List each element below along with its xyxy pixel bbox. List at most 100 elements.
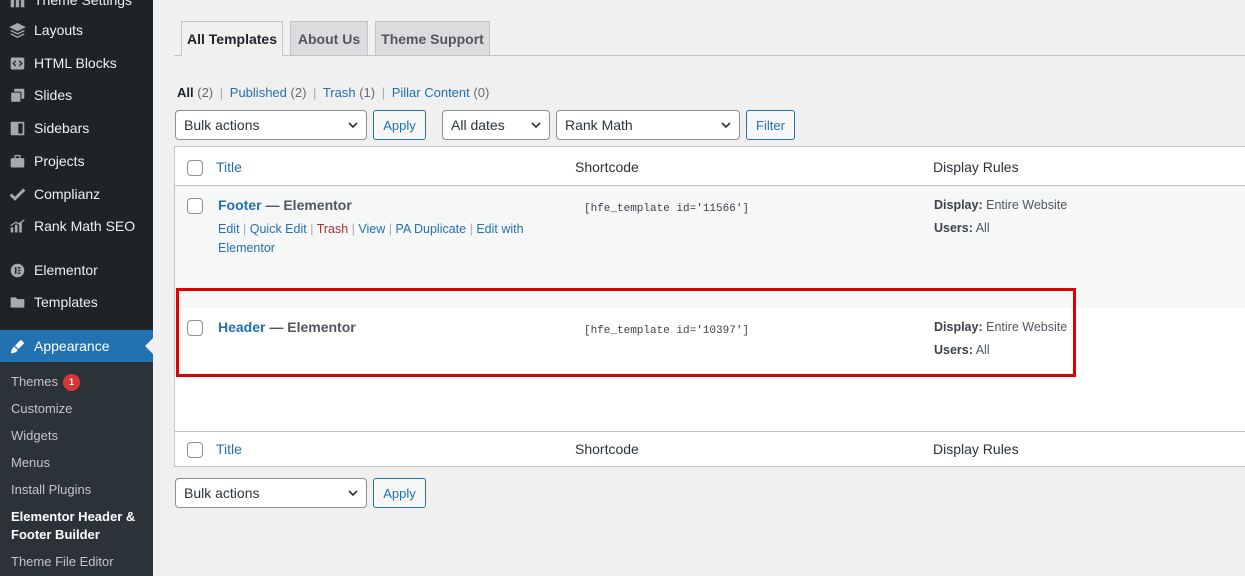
submenu-label: Themes [11,374,58,389]
submenu-widgets[interactable]: Widgets [11,427,58,445]
menu-rank-math[interactable]: Rank Math SEO [0,210,153,242]
action-quick-edit[interactable]: Quick Edit [250,222,307,236]
menu-appearance[interactable]: Appearance [0,330,153,362]
filter-pillar-content[interactable]: Pillar Content [392,85,470,100]
row-checkbox[interactable] [187,198,203,214]
template-link-footer[interactable]: Footer [218,197,262,213]
bulk-actions-value: Bulk actions [184,485,260,501]
menu-sidebars[interactable]: Sidebars [0,112,153,144]
sidebar-icon [8,119,26,137]
slides-icon [8,86,26,104]
display-label: Display: [934,320,983,334]
appearance-submenu: Themes 1 Customize Widgets Menus Install … [0,362,153,576]
update-count-badge: 1 [62,374,80,391]
filter-all[interactable]: All [177,85,194,100]
bulk-actions-value: Bulk actions [184,117,260,133]
status-filter-links: All (2) | Published (2) | Trash (1) | Pi… [177,85,489,100]
filter-trash[interactable]: Trash [323,85,356,100]
users-value: All [975,221,990,235]
chevron-down-icon [721,122,731,129]
menu-label: Projects [34,153,85,169]
shortcode-value: [hfe_template id='11566'] [584,203,750,215]
check-icon [8,185,26,203]
chart-icon [8,217,26,235]
filter-published-count: (2) [290,85,307,100]
templates-table: Title Shortcode Display Rules Footer — E… [174,146,1245,467]
layers-icon [8,21,26,39]
column-title-sort-bottom[interactable]: Title [216,441,242,457]
template-state: — Elementor [265,319,356,335]
rank-math-select[interactable]: Rank Math [556,110,740,140]
menu-projects[interactable]: Projects [0,145,153,177]
filter-published[interactable]: Published [230,85,287,100]
menu-elementor[interactable]: Elementor [0,254,153,286]
action-edit[interactable]: Edit [218,222,240,236]
rank-math-value: Rank Math [565,117,633,133]
menu-label: HTML Blocks [34,55,117,71]
submenu-install-plugins[interactable]: Install Plugins [11,481,91,499]
users-label: Users: [934,343,973,357]
row-checkbox[interactable] [187,320,203,336]
apply-button-bottom[interactable]: Apply [373,478,426,508]
row-title: Footer — Elementor [218,197,352,213]
filter-separator: | [313,85,317,100]
row-actions: Edit | Quick Edit | Trash | View | PA Du… [218,222,524,255]
bulk-actions-select-bottom[interactable]: Bulk actions [175,478,367,508]
display-value: Entire Website [986,198,1068,212]
action-view[interactable]: View [358,222,385,236]
row-title: Header — Elementor [218,319,356,335]
display-rules: Display: Entire Website Users: All [934,194,1067,240]
display-rules: Display: Entire Website Users: All [934,316,1067,362]
menu-label: Layouts [34,22,84,38]
menu-label: Complianz [34,186,101,202]
select-all-checkbox-bottom[interactable] [187,442,203,458]
active-menu-arrow [145,338,153,354]
display-value: Entire Website [986,320,1068,334]
apply-button-top[interactable]: Apply [373,110,426,140]
bulk-actions-select-top[interactable]: Bulk actions [175,110,367,140]
submenu-menus[interactable]: Menus [11,454,50,472]
submenu-theme-file-editor[interactable]: Theme File Editor [11,553,114,571]
table-row-footer: Footer — Elementor Edit | Quick Edit | T… [175,186,1245,308]
display-label: Display: [934,198,983,212]
tab-theme-support[interactable]: Theme Support [375,21,490,56]
menu-label: Sidebars [34,120,90,136]
users-value: All [975,343,990,357]
shortcode-value: [hfe_template id='10397'] [584,325,750,337]
table-footer: Title Shortcode Display Rules [175,431,1245,467]
column-display-rules: Display Rules [933,159,1019,175]
menu-html-blocks[interactable]: HTML Blocks [0,47,153,79]
table-header: Title Shortcode Display Rules [175,147,1245,186]
chevron-down-icon [531,122,541,129]
submenu-customize[interactable]: Customize [11,400,72,418]
filter-all-label: All [177,85,194,100]
menu-complianz[interactable]: Complianz [0,178,153,210]
action-pa-duplicate[interactable]: PA Duplicate [395,222,466,236]
elementor-icon [8,261,26,279]
tab-all-templates[interactable]: All Templates [181,21,283,57]
template-link-header[interactable]: Header [218,319,265,335]
menu-label: Appearance [34,338,110,354]
action-trash[interactable]: Trash [317,222,349,236]
menu-label: Elementor [34,262,98,278]
select-all-checkbox[interactable] [187,160,203,176]
menu-label: Theme Settings [34,0,133,8]
filter-pillar-count: (0) [473,85,490,100]
template-state: — Elementor [261,197,352,213]
dates-select[interactable]: All dates [442,110,550,140]
submenu-themes[interactable]: Themes 1 [11,373,80,391]
filter-button[interactable]: Filter [746,110,795,140]
submenu-header-footer-builder[interactable]: Elementor Header & Footer Builder [11,508,146,544]
menu-layouts[interactable]: Layouts [0,14,153,46]
users-label: Users: [934,221,973,235]
column-shortcode: Shortcode [575,159,639,175]
column-display-rules-bottom: Display Rules [933,441,1019,457]
brush-icon [8,337,26,355]
admin-sidebar: Theme Settings Layouts HTML Blocks Slide… [0,0,153,576]
menu-slides[interactable]: Slides [0,79,153,111]
briefcase-icon [8,152,26,170]
folder-icon [8,293,26,311]
tab-about-us[interactable]: About Us [290,21,368,56]
column-title-sort[interactable]: Title [216,159,242,175]
menu-templates[interactable]: Templates [0,286,153,318]
